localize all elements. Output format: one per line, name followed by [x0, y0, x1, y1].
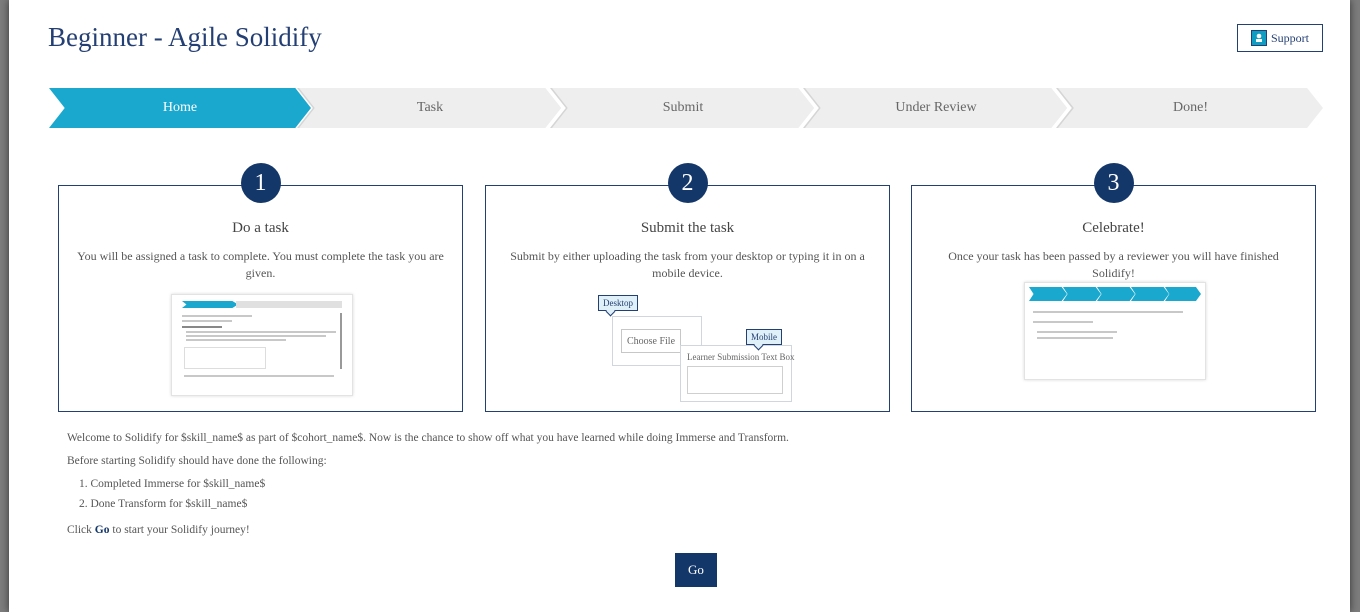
mobile-callout: Mobile: [746, 329, 782, 345]
call-to-action-text: Click Go to start your Solidify journey!: [67, 524, 250, 536]
mobile-textbox-illustration: Learner Submission Text Box: [680, 345, 795, 402]
step-submit[interactable]: Submit: [552, 88, 814, 128]
step-under-review[interactable]: Under Review: [805, 88, 1067, 128]
list-item: 1. Completed Immerse for $skill_name$: [79, 478, 266, 490]
card-title: Do a task: [232, 220, 289, 236]
card-description: Submit by either uploading the task from…: [510, 249, 865, 280]
step-task[interactable]: Task: [299, 88, 561, 128]
progress-steps: Home Task Submit Under Review Done!: [49, 88, 1323, 128]
support-button[interactable]: Support: [1237, 24, 1323, 52]
step-number-badge: 3: [1093, 163, 1134, 203]
card-do-a-task: 1 Do a task You will be assigned a task …: [58, 163, 463, 412]
welcome-text: Welcome to Solidify for $skill_name$ as …: [67, 432, 789, 444]
page-frame: Beginner - Agile Solidify Support Home T…: [9, 0, 1350, 612]
page-title: Beginner - Agile Solidify: [48, 22, 322, 52]
go-button[interactable]: Go: [675, 553, 717, 587]
card-description: You will be assigned a task to complete.…: [77, 249, 444, 280]
support-icon: [1250, 30, 1267, 46]
support-label: Support: [1270, 30, 1309, 45]
step-number-badge: 2: [667, 163, 708, 203]
desktop-callout: Desktop: [598, 295, 638, 311]
done-screenshot-thumbnail: [1024, 282, 1206, 380]
step-done[interactable]: Done!: [1058, 88, 1323, 128]
step-number-badge: 1: [240, 163, 281, 203]
card-title: Celebrate!: [1082, 220, 1145, 236]
card-title: Submit the task: [640, 220, 735, 236]
list-item: 2. Done Transform for $skill_name$: [79, 498, 248, 510]
prerequisites-heading: Before starting Solidify should have don…: [67, 455, 327, 467]
step-home[interactable]: Home: [49, 88, 311, 128]
task-screenshot-thumbnail: [171, 294, 353, 396]
text-box-label: Learner Submission Text Box: [687, 352, 795, 362]
card-celebrate: 3 Celebrate! Once your task has been pas…: [911, 163, 1316, 412]
choose-file-button: Choose File: [621, 329, 681, 353]
card-description: Once your task has been passed by a revi…: [948, 249, 1279, 280]
